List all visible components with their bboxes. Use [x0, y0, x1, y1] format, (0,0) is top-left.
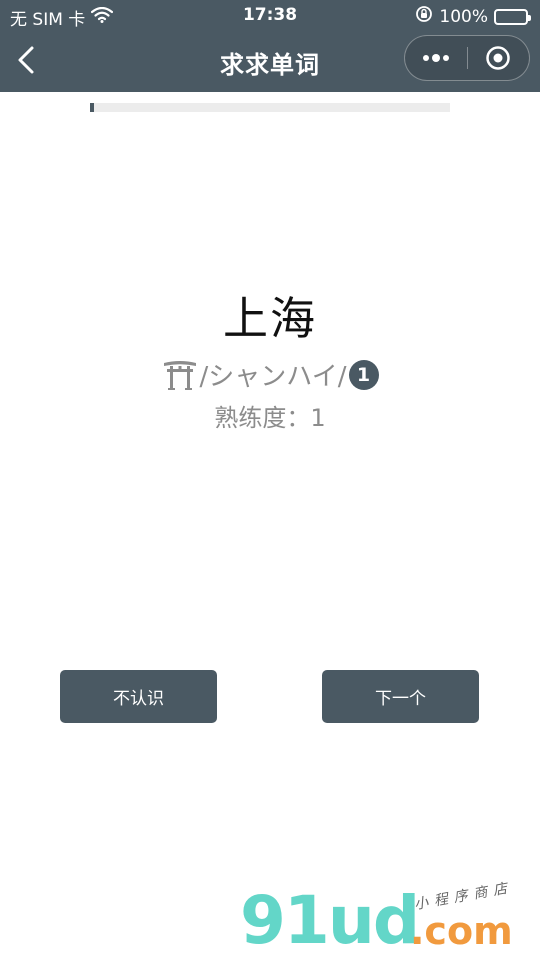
orientation-lock-icon	[415, 5, 433, 28]
more-dots-icon	[422, 54, 449, 62]
status-bar: 无 SIM 卡 17:38 100%	[0, 0, 540, 30]
unknown-button[interactable]: 不认识	[60, 670, 217, 723]
reading-text: /シャンハイ/	[199, 362, 347, 392]
battery-icon	[494, 8, 531, 25]
proficiency-text: 熟练度：1	[214, 404, 326, 432]
word-text: 上海	[222, 292, 317, 345]
more-button[interactable]	[405, 36, 467, 80]
torii-icon	[162, 359, 198, 391]
target-circle-icon	[486, 46, 510, 70]
watermark-logo: 91ud	[240, 882, 420, 959]
progress-bar	[90, 103, 450, 112]
count-badge: 1	[348, 359, 379, 390]
capsule-menu	[404, 35, 530, 81]
progress-fill	[90, 103, 94, 112]
next-button[interactable]: 下一个	[322, 670, 479, 723]
reading-line: /シャンハイ/ 1	[0, 356, 540, 393]
battery-percent: 100%	[439, 6, 488, 27]
watermark-domain: .com	[410, 909, 513, 953]
close-miniprogram-button[interactable]	[467, 36, 529, 80]
nav-bar: 求求单词	[0, 30, 540, 92]
status-right: 100%	[415, 5, 531, 28]
